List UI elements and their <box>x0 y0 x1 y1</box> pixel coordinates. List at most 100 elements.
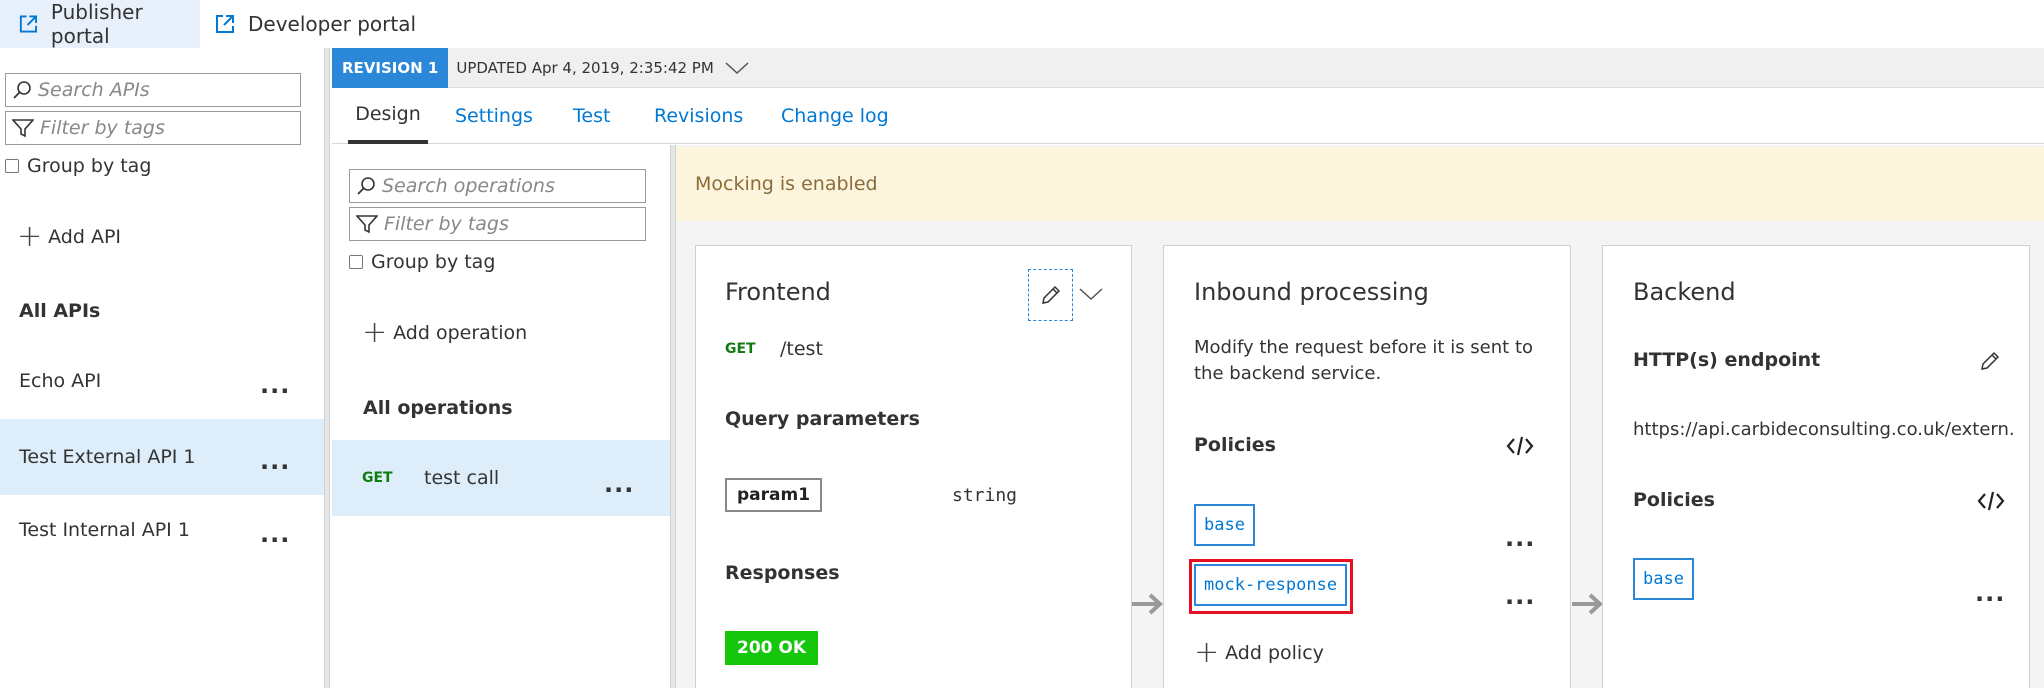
more-icon[interactable]: ... <box>260 373 290 397</box>
inbound-processing-card: Inbound processing Modify the request be… <box>1163 245 1571 688</box>
expand-frontend-button[interactable] <box>1076 282 1106 306</box>
inbound-code-view-button[interactable] <box>1504 434 1536 458</box>
api-list-item-selected[interactable]: Test External API 1 ... <box>0 419 324 495</box>
add-policy-label: Add policy <box>1225 642 1324 664</box>
filter-icon <box>12 119 34 138</box>
filter-apis-field[interactable] <box>5 111 301 145</box>
edit-backend-button[interactable] <box>1975 346 2005 376</box>
filter-icon <box>356 215 378 234</box>
add-api-button[interactable]: + Add API <box>17 222 121 252</box>
revision-bar: REVISION 1 UPDATED Apr 4, 2019, 2:35:42 … <box>332 47 2044 88</box>
backend-code-view-button[interactable] <box>1975 489 2007 513</box>
inbound-description-line2: the backend service. <box>1194 363 1382 384</box>
more-icon[interactable]: ... <box>260 522 290 546</box>
search-operations-input[interactable] <box>382 175 645 197</box>
inbound-policies-label: Policies <box>1194 434 1276 456</box>
arrow-right-icon <box>1572 593 1603 615</box>
policy-mock-response[interactable]: mock-response <box>1194 564 1348 606</box>
group-operations-label: Group by tag <box>371 251 496 273</box>
more-icon[interactable]: ... <box>1975 581 2005 605</box>
external-link-icon <box>19 15 37 33</box>
api-item-label: Echo API <box>19 370 102 392</box>
all-operations-heading: All operations <box>363 397 513 419</box>
plus-icon: + <box>1194 635 1220 670</box>
query-params-label: Query parameters <box>725 408 920 430</box>
more-icon[interactable]: ... <box>1505 584 1535 608</box>
frontend-title: Frontend <box>725 278 831 306</box>
chevron-down-icon <box>1079 288 1103 301</box>
revision-updated-label: UPDATED Apr 4, 2019, 2:35:42 PM <box>456 58 714 77</box>
mocking-banner-text: Mocking is enabled <box>695 173 878 195</box>
code-icon <box>1506 436 1534 456</box>
operation-item[interactable]: GET test call ... <box>332 440 670 516</box>
inbound-description-line1: Modify the request before it is sent to <box>1194 337 1534 358</box>
design-tabs: Design Settings Test Revisions Change lo… <box>332 88 2044 144</box>
arrow-right-icon <box>1132 593 1163 615</box>
search-operations-field[interactable] <box>349 169 646 203</box>
tab-test[interactable]: Test <box>573 88 610 144</box>
add-operation-label: Add operation <box>393 322 528 344</box>
add-api-label: Add API <box>48 226 122 248</box>
plus-icon: + <box>17 219 43 254</box>
filter-operations-input[interactable] <box>384 213 645 235</box>
api-item-label: Test Internal API 1 <box>19 519 190 541</box>
revision-badge[interactable]: REVISION 1 <box>332 47 449 88</box>
more-icon[interactable]: ... <box>1505 526 1535 550</box>
tab-change-log[interactable]: Change log <box>781 88 889 144</box>
search-icon <box>13 81 31 99</box>
response-status-badge[interactable]: 200 OK <box>725 631 819 665</box>
group-by-tag-label: Group by tag <box>27 155 152 177</box>
all-apis-heading: All APIs <box>19 300 101 322</box>
group-by-tag-checkbox[interactable] <box>5 159 19 173</box>
mocking-banner: Mocking is enabled <box>676 147 2044 221</box>
sidebar-splitter[interactable] <box>324 48 330 688</box>
more-icon[interactable]: ... <box>604 472 634 496</box>
filter-operations-field[interactable] <box>349 207 646 241</box>
chevron-down-icon <box>725 61 749 74</box>
search-icon <box>357 177 375 195</box>
revision-updated[interactable]: UPDATED Apr 4, 2019, 2:35:42 PM <box>456 59 749 77</box>
plus-icon: + <box>362 315 388 350</box>
method-badge: GET <box>362 470 393 486</box>
developer-portal-label: Developer portal <box>248 12 417 36</box>
pencil-icon <box>1981 351 2000 370</box>
group-operations-toggle[interactable]: Group by tag <box>349 251 495 273</box>
tab-settings[interactable]: Settings <box>455 88 533 144</box>
inbound-title: Inbound processing <box>1194 278 1429 306</box>
backend-policy-base[interactable]: base <box>1633 558 1694 600</box>
operation-name: test call <box>424 467 500 489</box>
responses-label: Responses <box>725 562 840 584</box>
group-by-tag-toggle[interactable]: Group by tag <box>5 155 151 177</box>
publisher-portal-link[interactable]: Publisher portal <box>0 0 200 48</box>
param-name: param1 <box>725 478 823 512</box>
more-icon[interactable]: ... <box>260 449 290 473</box>
external-link-icon <box>216 15 234 33</box>
frontend-method: GET <box>725 341 756 357</box>
tab-design[interactable]: Design <box>348 88 428 144</box>
api-list-item[interactable]: Echo API ... <box>0 343 324 419</box>
frontend-card: Frontend GET /test Query parameters para… <box>695 245 1132 688</box>
api-list-item[interactable]: Test Internal API 1 ... <box>0 492 324 568</box>
policy-base[interactable]: base <box>1194 504 1255 546</box>
add-operation-button[interactable]: + Add operation <box>362 318 527 348</box>
developer-portal-link[interactable]: Developer portal <box>210 0 420 48</box>
backend-title: Backend <box>1633 278 1736 306</box>
backend-card: Backend HTTP(s) endpoint https://api.car… <box>1602 245 2030 688</box>
add-policy-button[interactable]: + Add policy <box>1194 638 1324 668</box>
publisher-portal-label: Publisher portal <box>50 0 143 48</box>
pencil-icon <box>1041 285 1060 304</box>
endpoint-label: HTTP(s) endpoint <box>1633 349 1821 371</box>
endpoint-url: https://api.carbideconsulting.co.uk/exte… <box>1633 419 2013 440</box>
search-apis-input[interactable] <box>38 79 300 101</box>
param-type: string <box>952 485 1018 506</box>
code-icon <box>1977 491 2005 511</box>
api-item-label: Test External API 1 <box>19 446 196 468</box>
filter-apis-input[interactable] <box>40 117 300 139</box>
frontend-path: /test <box>780 338 823 360</box>
top-bar: Publisher portal Developer portal <box>0 0 2044 48</box>
group-operations-checkbox[interactable] <box>349 255 363 269</box>
search-apis-field[interactable] <box>5 73 301 107</box>
tab-revisions[interactable]: Revisions <box>654 88 743 144</box>
edit-frontend-button[interactable] <box>1028 269 1073 321</box>
backend-policies-label: Policies <box>1633 489 1715 511</box>
